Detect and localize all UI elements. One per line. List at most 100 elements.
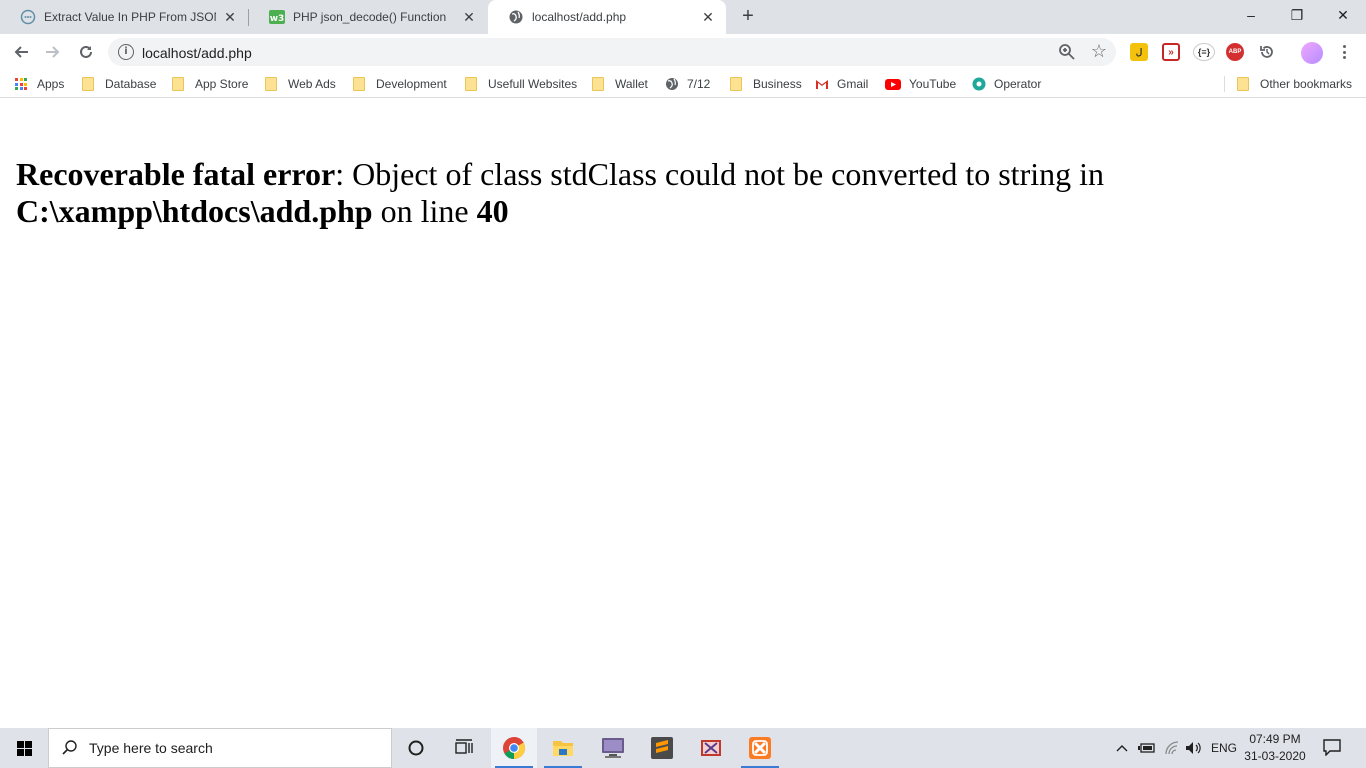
bookmark-folder-other[interactable]: Other bookmarks (1237, 76, 1352, 92)
profile-avatar[interactable] (1301, 42, 1323, 64)
bookmark-folder-wallet[interactable]: Wallet (592, 76, 648, 92)
bookmark-operator[interactable]: Operator (972, 76, 1041, 92)
bookmark-star-icon[interactable]: ☆ (1091, 41, 1107, 61)
close-icon[interactable]: ✕ (700, 9, 716, 25)
on-line-text: on line (372, 193, 477, 229)
action-center-button[interactable] (1322, 738, 1342, 757)
bookmark-folder-web-ads[interactable]: Web Ads (265, 76, 336, 92)
tab-localhost-add[interactable]: localhost/add.php ✕ (488, 0, 726, 34)
sublime-text-icon (651, 737, 673, 759)
youtube-icon (885, 79, 901, 90)
windows-logo-icon (16, 740, 32, 756)
new-tab-button[interactable]: + (736, 6, 760, 28)
clock-time: 07:49 PM (1249, 732, 1301, 746)
taskbar-virtualbox[interactable] (590, 728, 636, 768)
gmail-icon (816, 80, 828, 89)
speaker-icon (1186, 742, 1201, 754)
browser-toolbar: i localhost/add.php ☆ ل » {≡} ABP (0, 34, 1366, 70)
reload-button[interactable] (73, 39, 99, 65)
bookmark-folder-database[interactable]: Database (82, 76, 156, 92)
operator-icon (972, 77, 986, 91)
url-text[interactable]: localhost/add.php (142, 45, 252, 61)
task-view-button[interactable] (441, 728, 487, 768)
clock-date: 31-03-2020 (1244, 749, 1306, 763)
adblock-extension-icon[interactable]: ABP (1226, 43, 1244, 61)
bookmarks-divider (1224, 76, 1225, 92)
globe-icon (508, 9, 524, 25)
start-button[interactable] (0, 728, 48, 768)
battery-icon (1138, 743, 1155, 753)
tab-extract-value[interactable]: Extract Value In PHP From JSON A ✕ (0, 0, 248, 34)
json-viewer-extension-icon[interactable]: {≡} (1193, 43, 1215, 61)
wifi-icon (1165, 741, 1179, 755)
chrome-menu-button[interactable] (1336, 42, 1352, 62)
tab-title: Extract Value In PHP From JSON A (44, 10, 216, 24)
maximize-button[interactable]: ❐ (1274, 0, 1320, 30)
snipping-tool-icon (701, 740, 721, 756)
honey-extension-icon[interactable]: ل (1130, 43, 1148, 61)
bookmark-7-12[interactable]: 7/12 (665, 76, 710, 92)
svg-text:w3: w3 (270, 14, 285, 24)
input-language[interactable]: ENG (1208, 728, 1240, 768)
taskbar-search-box[interactable]: Type here to search (48, 728, 392, 768)
error-label: Recoverable fatal error (16, 156, 336, 192)
bookmark-label: Gmail (837, 77, 869, 91)
folder-icon (1237, 77, 1249, 91)
apps-grid-icon (15, 78, 27, 90)
show-hidden-icons-button[interactable] (1112, 728, 1132, 768)
back-button[interactable] (8, 39, 34, 65)
forward-button[interactable] (40, 39, 66, 65)
chat-globe-icon (20, 9, 36, 25)
task-view-icon (455, 739, 473, 754)
taskbar-chrome[interactable] (491, 728, 537, 768)
close-window-button[interactable]: ✕ (1320, 0, 1366, 30)
globe-icon (666, 78, 678, 90)
tab-json-decode[interactable]: w3 PHP json_decode() Function ✕ (249, 0, 487, 34)
bookmark-folder-business[interactable]: Business (730, 76, 802, 92)
folder-icon (353, 77, 365, 91)
minimize-button[interactable]: – (1228, 0, 1274, 30)
bookmark-folder-usefull-websites[interactable]: Usefull Websites (465, 76, 577, 92)
folder-icon (172, 77, 184, 91)
w3schools-icon: w3 (269, 9, 285, 25)
chevron-up-icon (1116, 745, 1128, 752)
taskbar-sublime-text[interactable] (639, 728, 685, 768)
address-bar[interactable]: i localhost/add.php ☆ (108, 38, 1116, 66)
bookmark-gmail[interactable]: Gmail (815, 76, 868, 92)
bookmark-label: Wallet (615, 77, 648, 91)
taskbar-xampp[interactable] (737, 728, 783, 768)
battery-status[interactable] (1136, 728, 1158, 768)
bookmark-label: Database (105, 77, 157, 91)
system-clock[interactable]: 07:49 PM 31-03-2020 (1242, 731, 1308, 765)
bookmark-label: YouTube (909, 77, 957, 91)
error-line-number: 40 (476, 193, 509, 229)
monitor-app-icon (602, 738, 624, 758)
bookmark-folder-development[interactable]: Development (353, 76, 447, 92)
close-icon[interactable]: ✕ (222, 9, 238, 25)
history-extension-icon[interactable] (1258, 43, 1276, 61)
folder-icon (265, 77, 277, 91)
tab-title: PHP json_decode() Function (293, 10, 447, 24)
taskbar-snipping-tool[interactable] (688, 728, 734, 768)
bookmark-youtube[interactable]: YouTube (885, 76, 956, 92)
bookmark-folder-app-store[interactable]: App Store (172, 76, 248, 92)
folder-icon (730, 77, 742, 91)
file-explorer-icon (553, 741, 573, 756)
taskbar-file-explorer[interactable] (540, 728, 586, 768)
site-info-icon[interactable]: i (118, 44, 134, 60)
network-status[interactable] (1162, 728, 1182, 768)
volume-control[interactable] (1184, 728, 1204, 768)
folder-icon (465, 77, 477, 91)
bookmark-label: Development (376, 77, 447, 91)
close-icon[interactable]: ✕ (461, 9, 477, 25)
error-file-path: C:\xampp\htdocs\add.php (16, 193, 373, 229)
cortana-button[interactable] (393, 728, 439, 768)
bookmark-apps[interactable]: Apps (15, 76, 64, 92)
media-extension-icon[interactable]: » (1162, 43, 1180, 61)
chrome-icon (503, 737, 525, 759)
tab-strip: Extract Value In PHP From JSON A ✕ w3 PH… (0, 0, 1366, 34)
search-icon (62, 740, 77, 755)
search-placeholder: Type here to search (89, 740, 213, 756)
zoom-icon[interactable] (1058, 43, 1076, 61)
error-text: : Object of class stdClass could not be … (335, 156, 1104, 192)
